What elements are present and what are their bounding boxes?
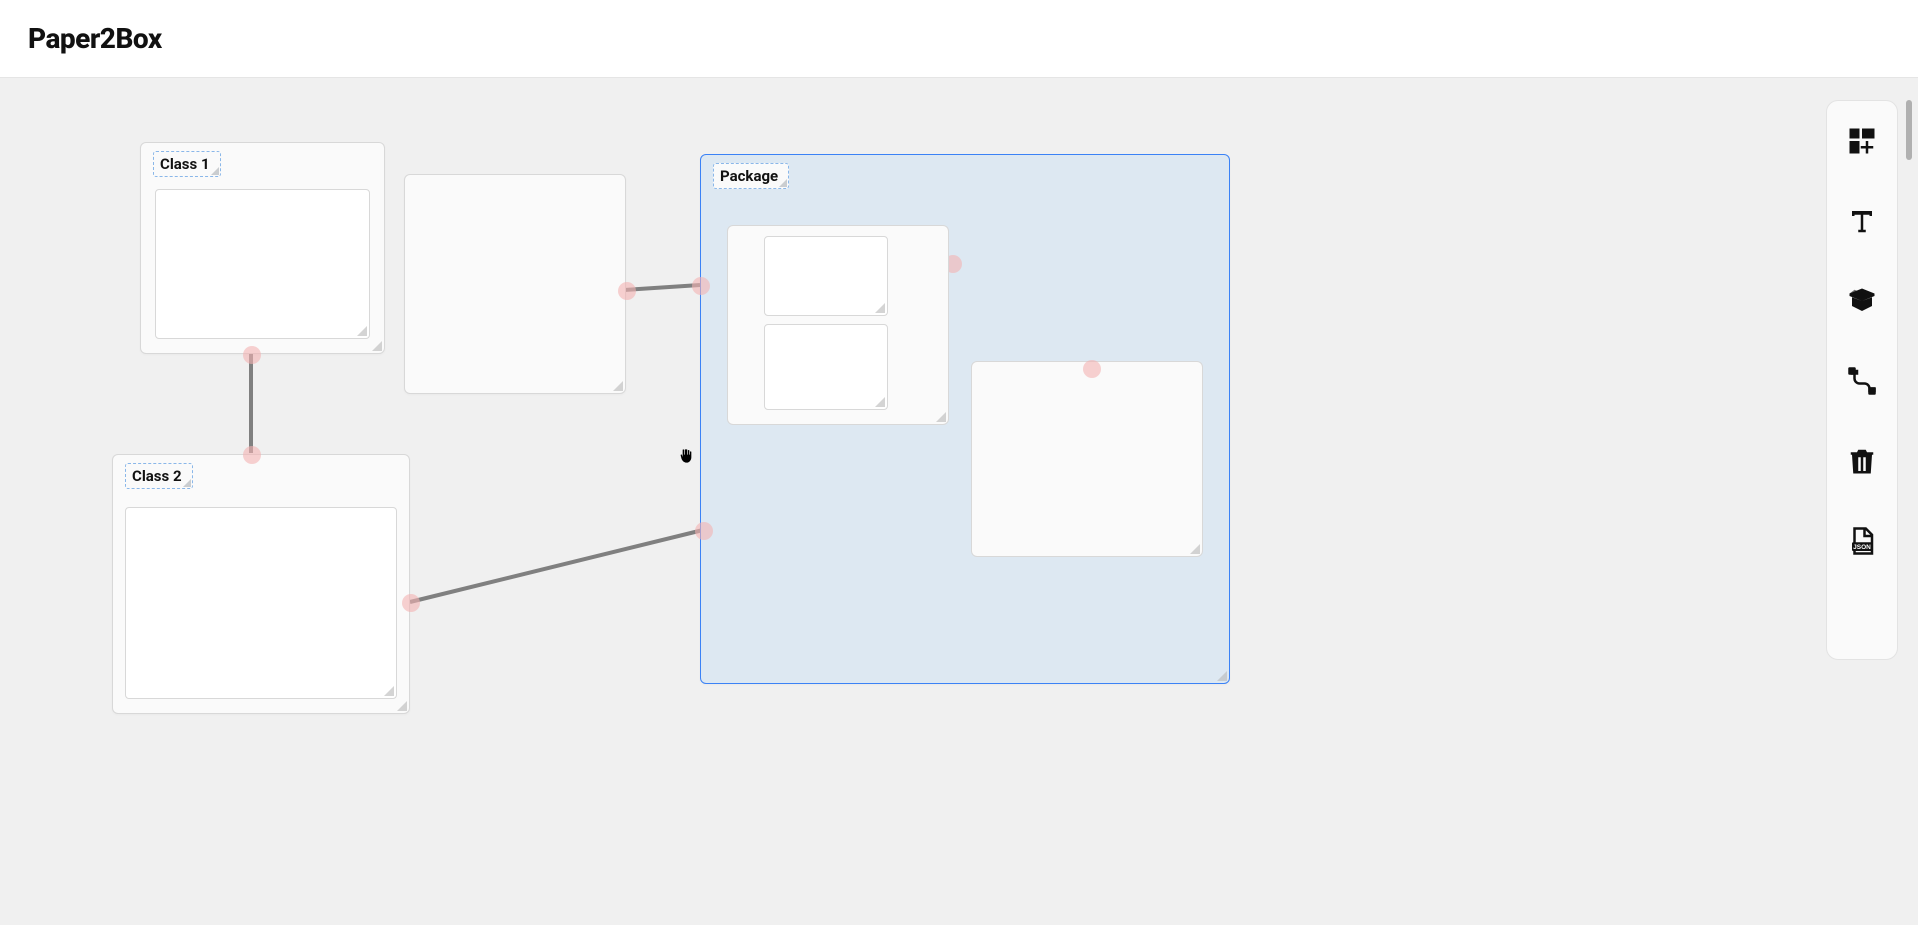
class-node-1-title[interactable]: Class 1 bbox=[153, 151, 221, 177]
package-child-node-1[interactable] bbox=[727, 225, 949, 425]
resize-grip-icon[interactable] bbox=[397, 701, 407, 711]
package-tool[interactable] bbox=[1844, 283, 1880, 319]
grab-cursor-icon bbox=[678, 448, 694, 468]
class-node-2[interactable]: Class 2 bbox=[112, 454, 410, 714]
add-widget-tool[interactable] bbox=[1844, 123, 1880, 159]
delete-tool[interactable] bbox=[1844, 443, 1880, 479]
export-json-tool[interactable]: JSON bbox=[1844, 523, 1880, 559]
cable-icon bbox=[1847, 366, 1877, 396]
package-child-1-field-1[interactable] bbox=[764, 236, 888, 316]
resize-grip-icon[interactable] bbox=[372, 341, 382, 351]
connection-port[interactable] bbox=[618, 282, 636, 300]
connection-port[interactable] bbox=[692, 277, 710, 295]
text-icon bbox=[1847, 206, 1877, 236]
resize-grip-icon[interactable] bbox=[875, 303, 885, 313]
connection-port[interactable] bbox=[243, 346, 261, 364]
text-tool[interactable] bbox=[1844, 203, 1880, 239]
package-child-node-2[interactable] bbox=[971, 361, 1203, 557]
app-header: Paper2Box bbox=[0, 0, 1918, 78]
json-file-icon: JSON bbox=[1847, 526, 1877, 556]
resize-grip-icon[interactable] bbox=[1217, 671, 1227, 681]
resize-grip-icon[interactable] bbox=[384, 686, 394, 696]
resize-grip-icon[interactable] bbox=[613, 381, 623, 391]
package-node[interactable]: Package bbox=[700, 154, 1230, 684]
toolbar-scrollbar[interactable] bbox=[1906, 100, 1912, 160]
class-node-2-title[interactable]: Class 2 bbox=[125, 463, 193, 489]
class-node-2-body[interactable] bbox=[125, 507, 397, 699]
resize-grip-icon[interactable] bbox=[1190, 544, 1200, 554]
class-node-1[interactable]: Class 1 bbox=[140, 142, 385, 354]
open-box-icon bbox=[1847, 286, 1877, 316]
edge-class2-package[interactable] bbox=[410, 530, 703, 602]
diagram-canvas[interactable]: Class 1 Class 2 Package bbox=[0, 78, 1918, 925]
trash-icon bbox=[1847, 446, 1877, 476]
package-node-title[interactable]: Package bbox=[713, 163, 789, 189]
app-title: Paper2Box bbox=[28, 22, 162, 55]
package-child-1-field-2[interactable] bbox=[764, 324, 888, 410]
class-node-blank[interactable] bbox=[404, 174, 626, 394]
resize-grip-icon[interactable] bbox=[357, 326, 367, 336]
widgets-add-icon bbox=[1847, 126, 1877, 156]
connection-port[interactable] bbox=[1083, 360, 1101, 378]
class-node-1-body[interactable] bbox=[155, 189, 370, 339]
connector-tool[interactable] bbox=[1844, 363, 1880, 399]
resize-grip-icon[interactable] bbox=[875, 397, 885, 407]
tool-palette: JSON bbox=[1826, 100, 1898, 660]
connection-port[interactable] bbox=[402, 594, 420, 612]
svg-text:JSON: JSON bbox=[1853, 544, 1871, 551]
connection-port[interactable] bbox=[243, 446, 261, 464]
resize-grip-icon[interactable] bbox=[936, 412, 946, 422]
connection-port[interactable] bbox=[695, 522, 713, 540]
